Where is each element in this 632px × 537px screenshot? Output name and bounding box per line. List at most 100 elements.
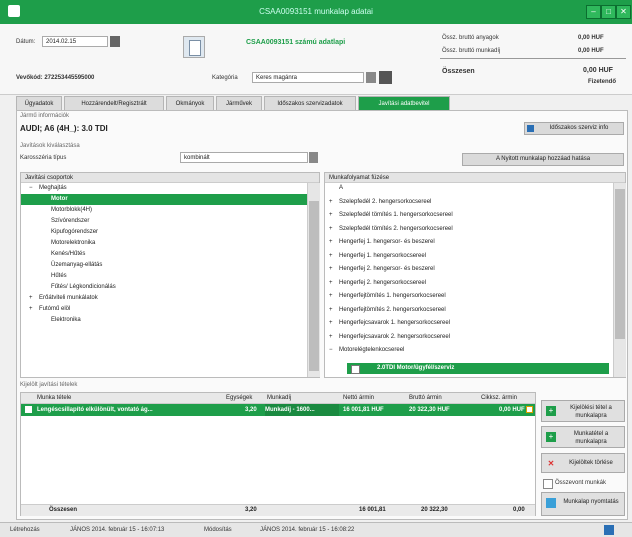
tree-item[interactable]: + Hengerfejcsavarok 2. hengersorkocsereel <box>325 332 613 343</box>
tree-item[interactable]: + Hengerfej 2. hengersor- és beszerel <box>325 264 613 275</box>
tree-item[interactable]: Motorelektronika <box>21 238 307 249</box>
expand-icon[interactable]: + <box>329 318 339 329</box>
expand-icon[interactable]: + <box>29 293 39 304</box>
expand-icon[interactable]: + <box>329 224 339 235</box>
tree-item-label: Hengerfej 2. hengersor- és beszerel <box>339 266 435 272</box>
row-labor[interactable]: Munkadíj - 1600... <box>265 404 339 416</box>
total-labor-label: Össz. bruttó munkadíj <box>442 48 501 54</box>
tree-item[interactable]: A <box>325 183 613 194</box>
expand-icon[interactable]: + <box>329 291 339 302</box>
tree-item[interactable]: + Hengerfej 2. hengersorkocsereel <box>325 278 613 289</box>
tab-periodic-service[interactable]: Időszakos szervizadatok <box>264 96 356 110</box>
tree-item[interactable]: + Hengerfej 1. hengersor- és beszerel <box>325 237 613 248</box>
expand-icon[interactable]: + <box>329 278 339 289</box>
tree-item[interactable]: + Hengerfejtömítés 1. hengersorkocsereel <box>325 291 613 302</box>
expand-icon[interactable]: + <box>329 305 339 316</box>
service-info-button[interactable]: Időszakos szerviz info <box>524 122 624 135</box>
column-header[interactable]: Bruttó ármin <box>409 395 442 401</box>
tree-item[interactable]: Elektronika <box>21 315 307 326</box>
collapse-icon[interactable]: − <box>29 183 39 194</box>
edit-icon[interactable] <box>379 71 392 84</box>
collapse-icon[interactable]: − <box>329 345 339 356</box>
window-title: CSAA0093151 munkalap adatai <box>259 7 373 16</box>
category-select[interactable]: Keres magánra <box>252 72 364 83</box>
tab-documents[interactable]: Okmányok <box>166 96 214 110</box>
tab-vehicles[interactable]: Járművek <box>216 96 262 110</box>
print-worksheet-button[interactable]: Munkalap nyomtatás <box>541 492 625 516</box>
footer-gross: 20 322,30 <box>421 507 448 513</box>
close-button[interactable]: ✕ <box>616 5 631 19</box>
tab-case-data[interactable]: Ügyadatok <box>16 96 62 110</box>
dropdown-icon[interactable] <box>309 152 318 163</box>
tree-item[interactable]: Motorblokk(4H) <box>21 205 307 216</box>
scroll-thumb[interactable] <box>615 189 625 339</box>
column-header[interactable]: Munka tétele <box>37 395 71 401</box>
tab-assigned[interactable]: Hozzárendelt/Regisztrált <box>64 96 164 110</box>
tree-item[interactable]: Üzemanyag-ellátás <box>21 260 307 271</box>
table-row[interactable]: Lengéscsillapító elkülönült, vontató ág.… <box>21 404 535 416</box>
column-header[interactable]: Munkadíj <box>267 395 291 401</box>
expand-icon[interactable]: + <box>329 237 339 248</box>
expand-icon[interactable]: + <box>329 251 339 262</box>
tree-item[interactable]: + Hengerfejtömítés 2. hengersorkocsereel <box>325 305 613 316</box>
footer-units: 3,20 <box>245 507 257 513</box>
tree-item[interactable]: + Szelepfedél 2. hengersorkocsereel <box>325 197 613 208</box>
column-header[interactable]: Cikksz. ármin <box>481 395 517 401</box>
tab-repair-entry[interactable]: Javítási adatbevitel <box>358 96 450 110</box>
tree-item[interactable]: + Erőátviteli munkálatok <box>21 293 307 304</box>
tree-item-label: Szelepfedél tömítés 2. hengersorkocseree… <box>339 225 453 232</box>
calendar-icon[interactable] <box>110 36 120 47</box>
category-label: Kategória <box>212 75 238 81</box>
checkbox-icon[interactable] <box>351 365 360 374</box>
selected-process-row[interactable]: 2.0TDI Motor/ügyfél/szerviz <box>347 363 609 374</box>
checkbox-icon[interactable] <box>25 406 32 413</box>
tree-item[interactable]: Szívórendszer <box>21 216 307 227</box>
scrollbar[interactable] <box>613 183 626 377</box>
expand-icon[interactable]: + <box>329 210 339 221</box>
tree-item[interactable]: + Hengerfej 1. hengersorkocsereel <box>325 251 613 262</box>
tree-item-label: Üzemanyag-ellátás <box>51 262 103 268</box>
expand-icon[interactable]: + <box>329 264 339 275</box>
column-header[interactable]: Nettó ármin <box>343 395 374 401</box>
table-footer: Összesen 3,20 16 001,81 20 322,30 0,00 <box>21 504 535 516</box>
scrollbar[interactable] <box>307 183 320 377</box>
body-type-select[interactable]: kombinált <box>180 152 308 163</box>
edit-icon[interactable] <box>526 406 533 413</box>
customer-code: Vevőkód: 272253445595000 <box>16 75 95 81</box>
date-label: Dátum: <box>16 39 36 45</box>
tree-item-label: Motorelektronika <box>51 240 96 246</box>
tree-item[interactable]: Fűtés/ Légkondicionálás <box>21 282 307 293</box>
expand-icon[interactable]: + <box>329 197 339 208</box>
column-header[interactable]: Egységek <box>226 395 252 401</box>
tree-item[interactable]: − Motorelégtelenkocsereel <box>325 345 613 356</box>
dropdown-icon[interactable] <box>366 72 376 83</box>
help-icon[interactable] <box>604 525 614 535</box>
tree-item[interactable]: Kenés/Hűtés <box>21 249 307 260</box>
maximize-button[interactable]: □ <box>601 5 616 19</box>
add-open-worksheet-button[interactable]: A Nyitott munkalap hozzáad hatása <box>462 153 624 166</box>
add-selected-to-worksheet-button[interactable]: + Kijelölési tétel a munkalapra <box>541 400 625 422</box>
tree-item[interactable]: Hűtés <box>21 271 307 282</box>
delete-selected-button[interactable]: ✕ Kijelöltek törlése <box>541 453 625 473</box>
tree-item[interactable]: + Hengerfejcsavarok 1. hengersorkocsereel <box>325 318 613 329</box>
plus-icon: + <box>546 406 556 416</box>
scroll-thumb[interactable] <box>309 201 319 371</box>
tree-item-label: Szelepfedél 2. hengersorkocsereel <box>339 198 432 205</box>
minimize-button[interactable]: – <box>586 5 601 19</box>
total-materials-value: 0,00 HUF <box>578 35 604 41</box>
tree-item[interactable]: + Futómű elöl <box>21 304 307 315</box>
total-label: Összesen <box>442 68 475 75</box>
add-work-item-button[interactable]: + Munkatétel a munkalapra <box>541 426 625 448</box>
date-field[interactable]: 2014.02.15 <box>42 36 108 47</box>
tree-item[interactable]: Motor <box>21 194 307 205</box>
tree-item[interactable]: + Szelepfedél tömítés 2. hengersorkocsere… <box>325 224 613 235</box>
tree-item[interactable]: Kipufogórendszer <box>21 227 307 238</box>
expand-icon[interactable]: + <box>29 304 39 315</box>
tree-item[interactable]: + Szelepfedél tömítés 1. hengersorkocsere… <box>325 210 613 221</box>
tree-item-label: Motorelégtelenkocsereel <box>339 347 405 353</box>
tree-item[interactable]: − Meghajtás <box>21 183 307 194</box>
expand-icon[interactable]: + <box>329 332 339 343</box>
worksheet-id: CSAA0093151 számú adatlapi <box>246 39 346 46</box>
merged-work-checkbox[interactable] <box>543 479 553 489</box>
payable-label: Fizetendő <box>588 79 616 85</box>
